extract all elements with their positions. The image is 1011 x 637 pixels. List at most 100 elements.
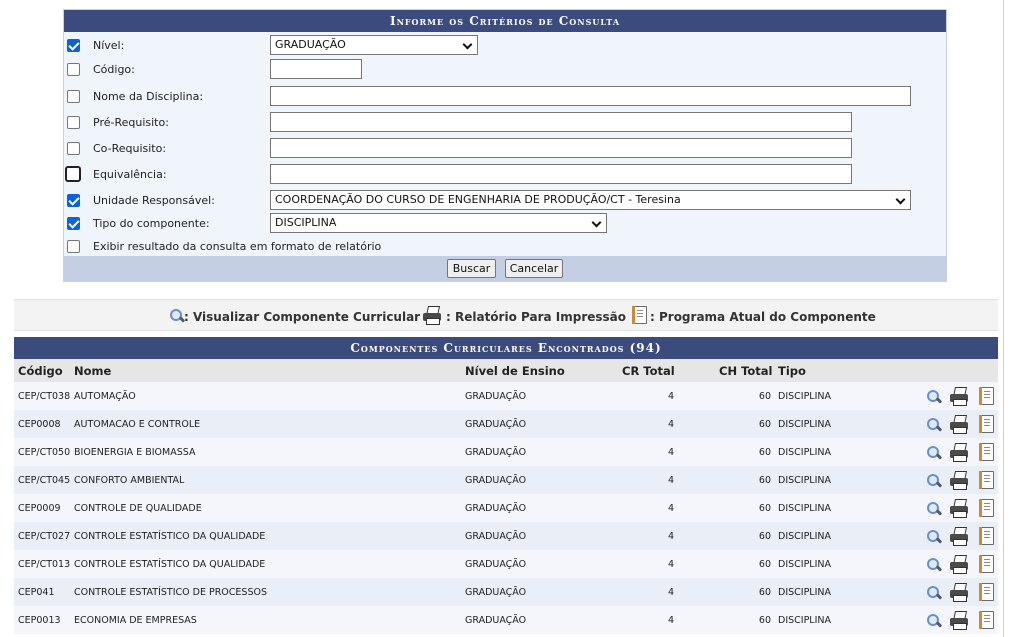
print-report-icon[interactable]	[949, 415, 969, 434]
codigo-input[interactable]	[270, 59, 362, 79]
cell-code: CEP/CT013	[18, 559, 71, 570]
cell-level: GRADUAÇÃO	[465, 447, 527, 458]
view-component-icon[interactable]	[926, 585, 943, 601]
label-pre-requisito: Pré-Requisito:	[93, 116, 169, 129]
cell-cr: 4	[667, 475, 674, 486]
print-report-icon[interactable]	[949, 387, 969, 406]
field-row-corequisito: Co-Requisito:	[64, 138, 946, 160]
legend-print-label: : Relatório Para Impressão	[446, 310, 627, 324]
cell-cr: 4	[667, 447, 674, 458]
cell-type: DISCIPLINA	[778, 447, 832, 458]
cell-ch: 60	[758, 475, 771, 486]
header-ch: CH Total	[719, 364, 773, 378]
legend-program-label: : Programa Atual do Componente	[650, 310, 876, 324]
legend-view-label: : Visualizar Componente Curricular	[184, 310, 421, 324]
cell-cr: 4	[667, 503, 674, 514]
search-button[interactable]: Buscar	[447, 259, 496, 278]
checkbox-pre-requisito[interactable]	[67, 116, 80, 129]
program-document-icon[interactable]	[979, 471, 994, 489]
field-row-prerequisito: Pré-Requisito:	[64, 112, 946, 134]
cell-cr: 4	[667, 615, 674, 626]
printer-icon	[422, 306, 442, 325]
print-report-icon[interactable]	[949, 527, 969, 546]
field-row-equivalencia: Equivalência:	[64, 164, 946, 186]
search-criteria-form: Informe os Critérios de Consulta Nível: …	[63, 9, 947, 282]
cell-code: CEP/CT045	[18, 475, 71, 486]
view-component-icon[interactable]	[926, 445, 943, 461]
program-document-icon[interactable]	[979, 555, 994, 573]
program-document-icon[interactable]	[979, 443, 994, 461]
view-component-icon[interactable]	[926, 529, 943, 545]
view-component-icon[interactable]	[926, 389, 943, 405]
cell-type: DISCIPLINA	[778, 559, 832, 570]
cell-ch: 60	[758, 587, 771, 598]
cancel-button[interactable]: Cancelar	[505, 259, 563, 278]
cell-name: CONTROLE ESTATÍSTICO DA QUALIDADE	[74, 531, 266, 542]
view-component-icon[interactable]	[926, 501, 943, 517]
field-row-relatorio: Exibir resultado da consulta em formato …	[64, 236, 946, 258]
cell-level: GRADUAÇÃO	[465, 559, 527, 570]
cell-ch: 60	[758, 447, 771, 458]
cell-level: GRADUAÇÃO	[465, 503, 527, 514]
print-report-icon[interactable]	[949, 583, 969, 602]
co-requisito-input[interactable]	[270, 138, 852, 158]
table-row: CEP/CT027 CONTROLE ESTATÍSTICO DA QUALIDA…	[14, 522, 998, 550]
cell-code: CEP/CT027	[18, 531, 71, 542]
view-component-icon[interactable]	[926, 417, 943, 433]
program-document-icon[interactable]	[979, 499, 994, 517]
checkbox-nivel[interactable]	[67, 39, 80, 52]
checkbox-exibir-relatorio[interactable]	[67, 240, 80, 253]
document-icon	[632, 306, 647, 324]
print-report-icon[interactable]	[949, 499, 969, 518]
checkbox-codigo[interactable]	[67, 63, 80, 76]
form-title: Informe os Critérios de Consulta	[64, 10, 946, 32]
cell-type: DISCIPLINA	[778, 615, 832, 626]
tipo-componente-select[interactable]: DISCIPLINA	[270, 213, 607, 233]
view-component-icon[interactable]	[926, 613, 943, 629]
program-document-icon[interactable]	[979, 415, 994, 433]
header-level: Nível de Ensino	[465, 364, 565, 378]
cell-name: CONFORTO AMBIENTAL	[74, 475, 185, 486]
program-document-icon[interactable]	[979, 527, 994, 545]
header-type: Tipo	[778, 364, 806, 378]
print-report-icon[interactable]	[949, 443, 969, 462]
cell-level: GRADUAÇÃO	[465, 531, 527, 542]
cell-cr: 4	[667, 391, 674, 402]
results-title: Componentes Curriculares Encontrados (94…	[14, 337, 998, 359]
checkbox-unidade-responsavel[interactable]	[67, 194, 80, 207]
results-table-header: Código Nome Nível de Ensino CR Total CH …	[14, 359, 998, 382]
program-document-icon[interactable]	[979, 387, 994, 405]
nome-disciplina-input[interactable]	[270, 86, 911, 106]
label-co-requisito: Co-Requisito:	[93, 142, 167, 155]
program-document-icon[interactable]	[979, 583, 994, 601]
view-component-icon[interactable]	[926, 473, 943, 489]
program-document-icon[interactable]	[979, 611, 994, 629]
view-component-icon[interactable]	[926, 557, 943, 573]
cell-name: CONTROLE ESTATÍSTICO DA QUALIDADE	[74, 559, 266, 570]
label-nome-disciplina: Nome da Disciplina:	[93, 90, 204, 103]
cell-code: CEP041	[18, 587, 55, 598]
field-row-nome: Nome da Disciplina:	[64, 86, 946, 108]
cell-cr: 4	[667, 531, 674, 542]
pre-requisito-input[interactable]	[270, 112, 852, 132]
checkbox-co-requisito[interactable]	[67, 142, 80, 155]
cell-level: GRADUAÇÃO	[465, 587, 527, 598]
cell-ch: 60	[758, 419, 771, 430]
table-row: CEP0008 AUTOMACAO E CONTROLE GRADUAÇÃO 4 60 D…	[14, 410, 998, 438]
checkbox-tipo-componente[interactable]	[67, 217, 80, 230]
print-report-icon[interactable]	[949, 611, 969, 630]
equivalencia-input[interactable]	[270, 164, 852, 184]
print-report-icon[interactable]	[949, 555, 969, 574]
unidade-responsavel-select[interactable]: COORDENAÇÃO DO CURSO DE ENGENHARIA DE PR…	[270, 190, 911, 210]
table-row: CEP/CT013 CONTROLE ESTATÍSTICO DA QUALIDA…	[14, 550, 998, 578]
print-report-icon[interactable]	[949, 471, 969, 490]
checkbox-equivalencia[interactable]	[65, 166, 81, 182]
nivel-select[interactable]: GRADUAÇÃO	[270, 35, 478, 55]
cell-ch: 60	[758, 615, 771, 626]
label-equivalencia: Equivalência:	[93, 168, 167, 181]
cell-type: DISCIPLINA	[778, 391, 832, 402]
checkbox-nome-disciplina[interactable]	[67, 90, 80, 103]
field-row-codigo: Código:	[64, 59, 946, 81]
cell-level: GRADUAÇÃO	[465, 615, 527, 626]
form-footer: Buscar Cancelar	[64, 256, 946, 281]
